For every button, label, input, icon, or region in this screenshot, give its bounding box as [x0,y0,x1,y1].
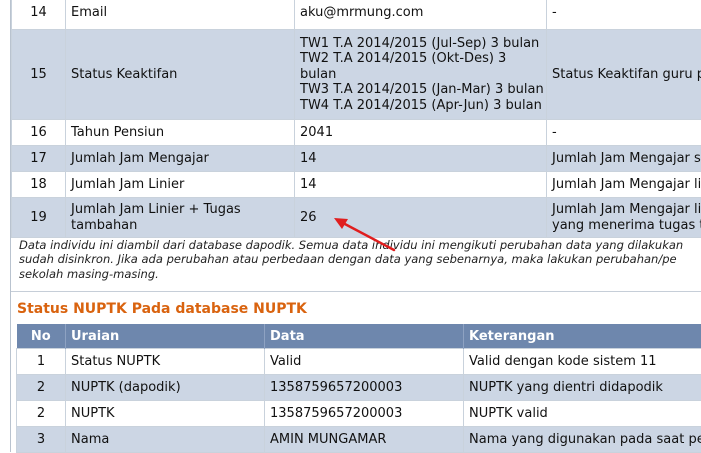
data-line: TW1 T.A 2014/2015 (Jul-Sep) 3 bulan [300,36,546,52]
row-data: 26 [295,198,547,238]
row-label: Jumlah Jam Mengajar [66,146,295,172]
row-label: Jumlah Jam Linier [66,172,295,198]
row-data: 1358759657200003 [265,375,464,401]
row-keterangan: - [547,120,701,146]
row-uraian: Nama [66,427,265,453]
keterangan-line: Jumlah Jam Mengajar lin [552,202,701,218]
row-data: AMIN MUNGAMAR [265,427,464,453]
row-keterangan: NUPTK yang dientri didapodik [464,375,701,401]
table-row: 2 NUPTK 1358759657200003 NUPTK valid [17,401,701,427]
row-keterangan: NUPTK valid [464,401,701,427]
row-keterangan: Jumlah Jam Mengajar lin yang menerima tu… [547,198,701,238]
row-label: Status Keaktifan [66,30,295,120]
row-number: 16 [12,120,66,146]
header-keterangan: Keterangan [464,324,701,349]
row-label: Tahun Pensiun [66,120,295,146]
row-label: Email [66,0,295,30]
row-data: aku@mrmung.com [295,0,547,30]
table-header-row: No Uraian Data Keterangan [17,324,701,349]
table-row: 17 Jumlah Jam Mengajar 14 Jumlah Jam Men… [12,146,701,172]
table-row: 2 NUPTK (dapodik) 1358759657200003 NUPTK… [17,375,701,401]
row-data: 2041 [295,120,547,146]
row-keterangan: Jumlah Jam Mengajar lin [547,172,701,198]
row-keterangan: Jumlah Jam Mengajar se [547,146,701,172]
table-row: 19 Jumlah Jam Linier + Tugas tambahan 26… [12,198,701,238]
nuptk-table: No Uraian Data Keterangan 1 Status NUPTK… [16,324,701,453]
data-line: TW2 T.A 2014/2015 (Okt-Des) 3 [300,51,546,67]
row-keterangan: Nama yang digunakan pada saat pen [464,427,701,453]
row-number: 19 [12,198,66,238]
row-label: Jumlah Jam Linier + Tugas tambahan [66,198,295,238]
row-data: Valid [265,349,464,375]
individual-data-table: 14 Email aku@mrmung.com - 15 Status Keak… [11,0,701,238]
table-row: 15 Status Keaktifan TW1 T.A 2014/2015 (J… [12,30,701,120]
row-number: 1 [17,349,66,375]
row-number: 18 [12,172,66,198]
data-source-note: Data individu ini diambil dari database … [19,238,701,281]
row-number: 2 [17,401,66,427]
header-uraian: Uraian [66,324,265,349]
row-data: 14 [295,146,547,172]
section-title: Status NUPTK Pada database NUPTK [17,301,307,317]
row-number: 2 [17,375,66,401]
row-number: 17 [12,146,66,172]
data-line: bulan [300,67,546,83]
nuptk-section: Status NUPTK Pada database NUPTK No Urai… [11,291,701,453]
row-data: 1358759657200003 [265,401,464,427]
keterangan-line: yang menerima tugas ta [552,218,701,234]
row-uraian: Status NUPTK [66,349,265,375]
data-line: TW4 T.A 2014/2015 (Apr-Jun) 3 bulan [300,98,546,114]
table-row: 16 Tahun Pensiun 2041 - [12,120,701,146]
row-number: 14 [12,0,66,30]
row-number: 3 [17,427,66,453]
table-row: 14 Email aku@mrmung.com - [12,0,701,30]
note-line: sudah disinkron. Jika ada perubahan atau… [19,252,701,266]
note-line: Data individu ini diambil dari database … [19,238,701,252]
row-keterangan: Status Keaktifan guru pa [547,30,701,120]
label-line: Jumlah Jam Linier + Tugas [71,202,294,218]
row-keterangan: - [547,0,701,30]
row-keterangan: Valid dengan kode sistem 11 [464,349,701,375]
header-no: No [17,324,66,349]
row-uraian: NUPTK (dapodik) [66,375,265,401]
table-row: 3 Nama AMIN MUNGAMAR Nama yang digunakan… [17,427,701,453]
table-row: 1 Status NUPTK Valid Valid dengan kode s… [17,349,701,375]
data-line: TW3 T.A 2014/2015 (Jan-Mar) 3 bulan [300,82,546,98]
row-uraian: NUPTK [66,401,265,427]
row-data: 14 [295,172,547,198]
note-line: sekolah masing-masing. [19,267,701,281]
row-data: TW1 T.A 2014/2015 (Jul-Sep) 3 bulan TW2 … [295,30,547,120]
header-data: Data [265,324,464,349]
label-line: tambahan [71,218,294,234]
table-row: 18 Jumlah Jam Linier 14 Jumlah Jam Menga… [12,172,701,198]
row-number: 15 [12,30,66,120]
